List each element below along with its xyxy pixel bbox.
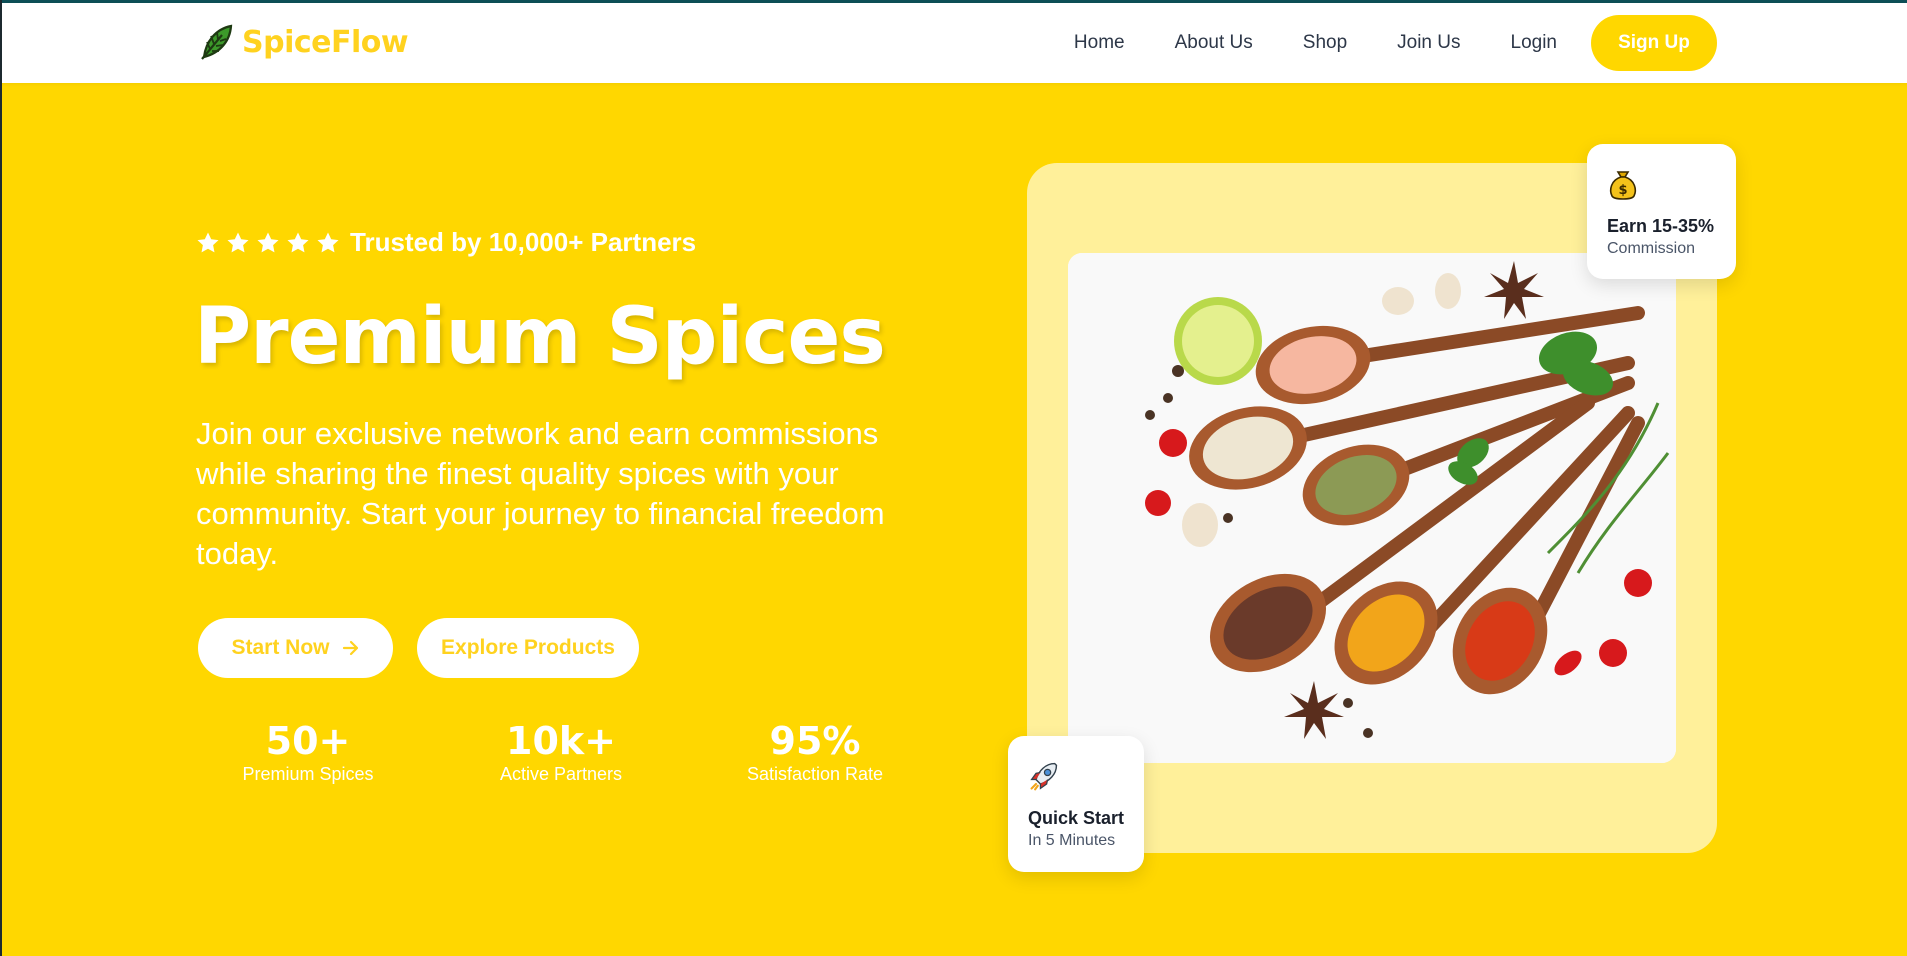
svg-text:$: $ xyxy=(1618,183,1627,198)
rocket-icon xyxy=(1030,762,1058,791)
hero-description: Join our exclusive network and earn comm… xyxy=(196,416,885,571)
spices-illustration xyxy=(1068,253,1676,763)
commission-card: $ Earn 15-35% Commission xyxy=(1587,144,1736,279)
navbar: SpiceFlow Home About Us Shop Join Us Log… xyxy=(2,3,1907,83)
trusted-badge: Trusted by 10,000+ Partners xyxy=(196,227,696,258)
nav-links: Home About Us Shop Join Us Login Sign Up xyxy=(1074,3,1907,83)
hero-title: Premium Spices xyxy=(194,292,886,382)
leaf-icon xyxy=(201,24,233,60)
spices-image xyxy=(1068,253,1676,763)
nav-join-us[interactable]: Join Us xyxy=(1397,32,1460,54)
quick-start-subtitle: In 5 Minutes xyxy=(1028,832,1116,849)
commission-subtitle: Commission xyxy=(1607,240,1696,257)
nav-shop[interactable]: Shop xyxy=(1303,32,1347,54)
stat-label: Active Partners xyxy=(499,764,623,784)
nav-home[interactable]: Home xyxy=(1074,32,1125,54)
quick-start-card: Quick Start In 5 Minutes xyxy=(1008,736,1144,872)
stat-active-partners: 10k+ Active Partners xyxy=(451,718,671,784)
stat-label: Premium Spices xyxy=(242,764,374,784)
nav-about-us[interactable]: About Us xyxy=(1175,32,1253,54)
quick-start-title: Quick Start xyxy=(1028,808,1125,828)
star-icon xyxy=(287,232,309,252)
stat-satisfaction-rate: 95% Satisfaction Rate xyxy=(705,718,925,784)
window-left-border xyxy=(0,0,2,956)
stat-value: 10k+ xyxy=(506,719,616,763)
trusted-text: Trusted by 10,000+ Partners xyxy=(350,227,697,257)
star-icon xyxy=(257,232,279,252)
arrow-right-icon xyxy=(342,640,358,656)
stat-premium-spices: 50+ Premium Spices xyxy=(198,718,418,784)
commission-title: Earn 15-35% xyxy=(1607,216,1715,236)
stat-value: 95% xyxy=(769,719,861,763)
sign-up-button[interactable]: Sign Up xyxy=(1591,15,1717,71)
star-icon xyxy=(227,232,249,252)
start-now-label: Start Now xyxy=(231,636,330,659)
start-now-button[interactable]: Start Now xyxy=(198,618,393,678)
money-bag-icon: $ xyxy=(1609,171,1637,200)
stat-value: 50+ xyxy=(265,719,351,763)
star-icon xyxy=(317,232,339,252)
nav-login[interactable]: Login xyxy=(1511,32,1558,54)
brand-name: SpiceFlow xyxy=(242,24,409,60)
stat-label: Satisfaction Rate xyxy=(746,764,884,784)
explore-products-button[interactable]: Explore Products xyxy=(417,618,639,678)
star-icon xyxy=(197,232,219,252)
brand-logo[interactable]: SpiceFlow xyxy=(198,23,409,61)
